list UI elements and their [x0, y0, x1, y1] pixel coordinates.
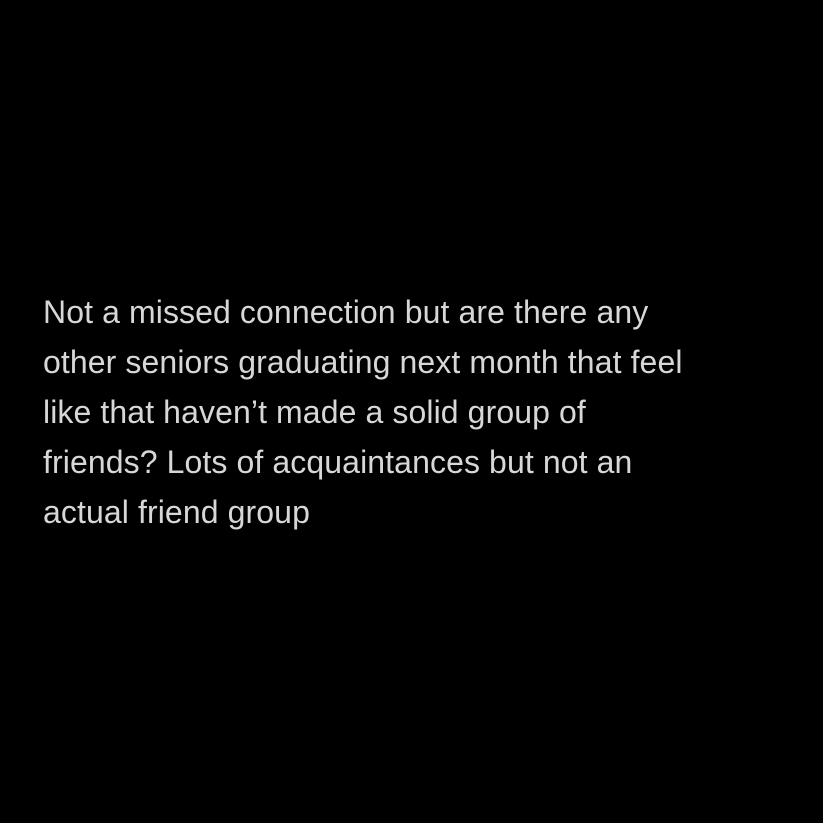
- post-text-line: other seniors graduating next month that…: [43, 344, 683, 380]
- post-text-line: Not a missed connection but are there an…: [43, 294, 649, 330]
- post-body-text: Not a missed connection but are there an…: [43, 287, 783, 537]
- post-text-line: actual friend group: [43, 494, 310, 530]
- post-text-line: like that haven’t made a solid group of: [43, 394, 586, 430]
- post-text-line: friends? Lots of acquaintances but not a…: [43, 444, 633, 480]
- post-canvas: Not a missed connection but are there an…: [0, 0, 823, 823]
